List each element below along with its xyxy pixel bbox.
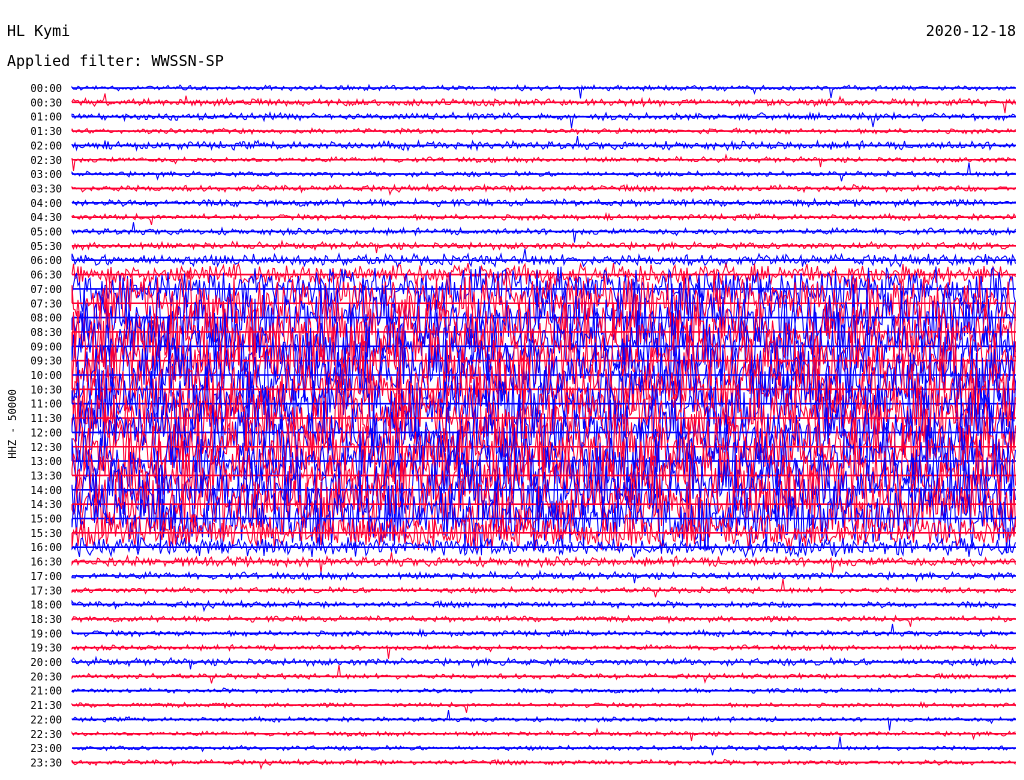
tick-label: 09:30 [30,356,62,368]
trace-line [71,552,1016,573]
trace-line [71,136,1016,152]
tick-label: 06:00 [30,255,62,267]
tick-label: 16:00 [30,542,62,554]
tick-label: 23:30 [30,757,62,769]
trace-line [71,664,1016,684]
trace-line [71,758,1016,771]
trace-line [71,578,1016,598]
tick-label: 11:00 [30,399,62,411]
trace-line [71,614,1016,627]
tick-label: 03:00 [30,169,62,181]
tick-label: 18:30 [30,614,62,626]
tick-label: 20:00 [30,657,62,669]
tick-label: 17:30 [30,585,62,597]
tick-label: 14:30 [30,499,62,511]
trace-line [71,700,1016,713]
tick-label: 16:30 [30,557,62,569]
trace-line [71,569,1016,584]
trace-line [71,727,1016,742]
trace-line [71,643,1016,659]
tick-label: 09:00 [30,341,62,353]
tick-label: 05:00 [30,227,62,239]
station-title: HL Kymi [7,22,70,40]
tick-label: 22:30 [30,729,62,741]
trace-line [71,93,1016,114]
tick-label: 15:00 [30,514,62,526]
tick-label: 21:00 [30,686,62,698]
tick-label: 20:30 [30,671,62,683]
trace-line [71,211,1016,226]
tick-label: 05:30 [30,241,62,253]
seismic-traces [71,83,1016,771]
tick-label: 13:00 [30,456,62,468]
trace-line [71,655,1016,670]
tick-label: 17:00 [30,571,62,583]
tick-label: 21:30 [30,700,62,712]
tick-label: 00:00 [30,83,62,95]
trace-line [71,623,1016,638]
trace-line [71,736,1016,756]
tick-label: 13:30 [30,470,62,482]
tick-label: 07:00 [30,284,62,296]
tick-label: 19:30 [30,643,62,655]
tick-label: 04:00 [30,198,62,210]
tick-label: 08:00 [30,313,62,325]
tick-label: 10:00 [30,370,62,382]
date-label: 2020-12-18 [926,22,1016,40]
trace-line [71,222,1016,243]
trace-line [71,599,1016,613]
tick-label: 15:30 [30,528,62,540]
tick-label: 18:00 [30,600,62,612]
trace-line [71,153,1016,171]
tick-label: 14:00 [30,485,62,497]
tick-label: 08:30 [30,327,62,339]
tick-label: 12:30 [30,442,62,454]
filter-label: Applied filter: WWSSN-SP [7,52,224,70]
trace-line [71,248,1016,269]
trace-line [71,111,1016,129]
tick-label: 10:30 [30,384,62,396]
tick-label: 19:00 [30,628,62,640]
time-tick-labels: 00:00 00:30 01:00 01:30 02:00 02:30 03:00 03:30… [30,83,62,769]
tick-label: 04:30 [30,212,62,224]
trace-line [71,239,1016,254]
tick-label: 07:30 [30,298,62,310]
trace-line [71,83,1016,99]
helicorder-plot: HL Kymi 2020-12-18 Applied filter: WWSSN… [7,22,1016,771]
tick-label: 23:00 [30,743,62,755]
trace-line [71,710,1016,731]
tick-label: 01:30 [30,126,62,138]
tick-label: 06:30 [30,270,62,282]
tick-label: 02:00 [30,140,62,152]
trace-line [71,183,1016,196]
y-axis-label: HHZ - 50000 [7,389,19,459]
tick-label: 22:00 [30,714,62,726]
tick-label: 03:30 [30,183,62,195]
tick-label: 11:30 [30,413,62,425]
tick-label: 01:00 [30,112,62,124]
tick-label: 12:00 [30,427,62,439]
tick-label: 00:30 [30,97,62,109]
tick-label: 02:30 [30,155,62,167]
trace-line [71,162,1016,182]
